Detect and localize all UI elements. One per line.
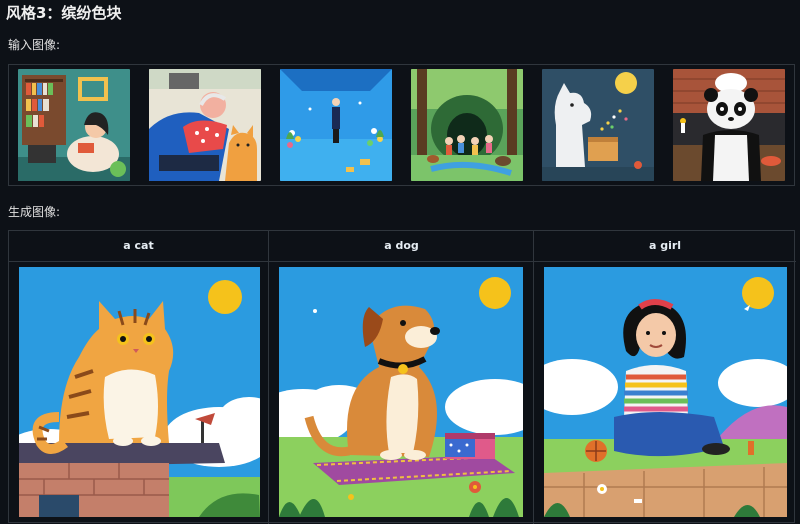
generated-column-girl: a girl <box>533 231 796 524</box>
generated-column-dog: a dog <box>268 231 534 524</box>
generated-image-girl[interactable] <box>544 267 787 517</box>
input-image-3[interactable] <box>280 69 392 181</box>
generated-image-cat[interactable] <box>19 267 260 517</box>
column-header: a cat <box>9 231 268 262</box>
column-header: a girl <box>534 231 796 262</box>
input-image-1[interactable] <box>18 69 130 181</box>
input-image-2[interactable] <box>149 69 261 181</box>
input-images-label: 输入图像: <box>8 38 61 52</box>
generated-column-cat: a cat <box>9 231 268 524</box>
input-image-6[interactable] <box>673 69 785 181</box>
input-image-5[interactable] <box>542 69 654 181</box>
input-images-row <box>8 64 795 186</box>
generated-images-table: a cat a dog a girl <box>8 230 796 524</box>
page-title: 风格3：缤纷色块 <box>6 4 122 22</box>
column-header: a dog <box>269 231 534 262</box>
input-image-4[interactable] <box>411 69 523 181</box>
generated-image-dog[interactable] <box>279 267 523 517</box>
generated-images-label: 生成图像: <box>8 205 61 219</box>
